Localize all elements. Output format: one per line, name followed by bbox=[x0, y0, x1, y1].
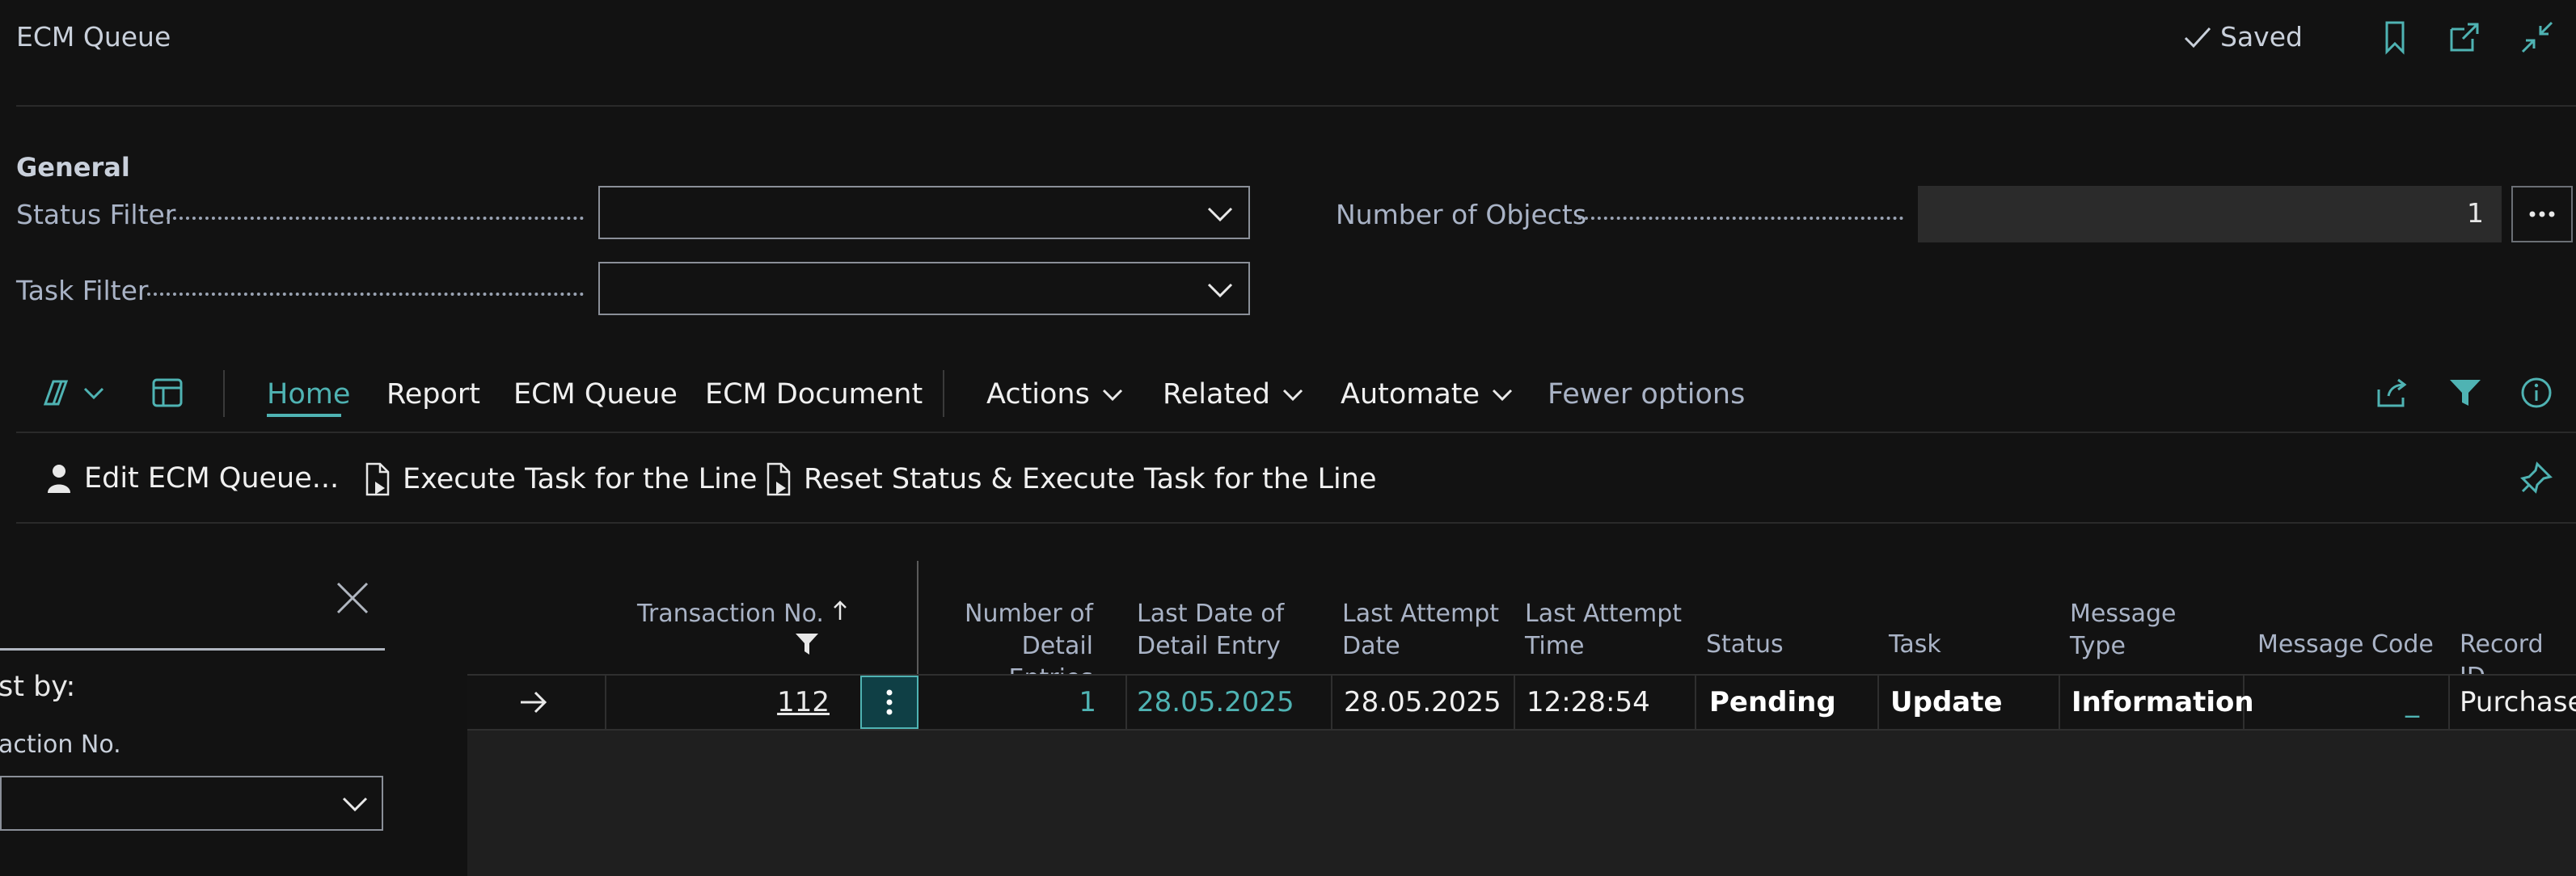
menu-automate[interactable]: Automate bbox=[1341, 378, 1514, 411]
filter-pane-search-underline bbox=[0, 648, 385, 651]
saved-label: Saved bbox=[2220, 21, 2303, 53]
number-of-objects-label: Number of Objects bbox=[1336, 199, 1587, 230]
open-new-window-icon[interactable] bbox=[2447, 19, 2482, 55]
column-header-message-code[interactable]: Message Code bbox=[2257, 629, 2434, 661]
toolbar-divider bbox=[943, 370, 944, 417]
status-filter-label: Status Filter bbox=[16, 199, 176, 230]
document-run-icon bbox=[765, 462, 792, 496]
tab-home[interactable]: Home bbox=[267, 378, 350, 411]
share-icon[interactable] bbox=[2375, 377, 2409, 409]
filter-pane-select[interactable] bbox=[0, 776, 383, 831]
column-header-status[interactable]: Status bbox=[1706, 629, 1784, 661]
check-icon bbox=[2183, 25, 2212, 49]
tab-ecm-document[interactable]: ECM Document bbox=[705, 378, 923, 411]
cell-divider bbox=[2059, 674, 2060, 731]
fewer-options-button[interactable]: Fewer options bbox=[1548, 378, 1745, 411]
chevron-down-icon bbox=[82, 385, 105, 401]
section-title-general: General bbox=[16, 152, 130, 183]
cell-divider bbox=[1695, 674, 1696, 731]
cell-divider bbox=[1331, 674, 1332, 731]
close-icon[interactable] bbox=[333, 579, 372, 617]
cell-last-attempt-time: 12:28:54 bbox=[1527, 686, 1650, 718]
tab-ecm-queue[interactable]: ECM Queue bbox=[513, 378, 678, 411]
cell-record-id: Purchase bbox=[2460, 686, 2576, 718]
chevron-down-icon bbox=[1206, 278, 1234, 302]
cell-last-attempt-date: 28.05.2025 bbox=[1344, 686, 1501, 718]
filter-pane-field-label: action No. bbox=[0, 731, 121, 759]
status-filter-select[interactable] bbox=[598, 186, 1250, 239]
chevron-down-icon bbox=[1282, 386, 1304, 402]
column-header-task[interactable]: Task bbox=[1889, 629, 1941, 661]
document-run-icon bbox=[364, 462, 391, 496]
chevron-down-icon bbox=[1491, 386, 1514, 402]
more-options-button[interactable] bbox=[2511, 186, 2573, 242]
copilot-icon bbox=[40, 377, 74, 409]
filter-icon[interactable] bbox=[2448, 377, 2482, 409]
column-header-last-date-of-detail-entry[interactable]: Last Date of Detail Entry bbox=[1137, 598, 1284, 663]
column-header-last-attempt-time[interactable]: Last Attempt Time bbox=[1525, 598, 1682, 663]
leader-dots bbox=[1578, 217, 1903, 220]
actions-divider-line bbox=[16, 522, 2576, 524]
info-icon[interactable] bbox=[2519, 377, 2553, 409]
chevron-down-icon bbox=[1101, 386, 1124, 402]
frozen-column-divider bbox=[917, 561, 918, 674]
sort-ascending-icon bbox=[832, 599, 848, 621]
reset-status-execute-button[interactable]: Reset Status & Execute Task for the Line bbox=[765, 462, 1376, 496]
row-actions-button[interactable] bbox=[860, 676, 918, 729]
toolbar-divider bbox=[223, 370, 225, 417]
column-header-last-attempt-date[interactable]: Last Attempt Date bbox=[1342, 598, 1499, 663]
column-header-message-type[interactable]: Message Type bbox=[2070, 598, 2176, 663]
task-filter-label: Task Filter bbox=[16, 275, 149, 306]
number-of-objects-field: 1 bbox=[1918, 186, 2502, 242]
filter-pane-sort-label: st by: bbox=[0, 671, 76, 703]
cell-divider bbox=[2448, 674, 2450, 731]
collapse-icon[interactable] bbox=[2519, 19, 2555, 55]
chevron-down-icon bbox=[1206, 202, 1234, 226]
execute-task-button[interactable]: Execute Task for the Line bbox=[364, 462, 758, 496]
cell-divider bbox=[1877, 674, 1879, 731]
cell-divider bbox=[1125, 674, 1127, 731]
cell-last-date-of-detail-entry[interactable]: 28.05.2025 bbox=[1137, 674, 1294, 731]
column-header-transaction-no[interactable]: Transaction No. bbox=[637, 598, 848, 630]
leader-dots bbox=[147, 293, 584, 296]
header-divider bbox=[16, 105, 2576, 107]
page-title: ECM Queue bbox=[16, 21, 171, 53]
cell-divider bbox=[1514, 674, 1515, 731]
task-filter-select[interactable] bbox=[598, 262, 1250, 315]
layout-icon[interactable] bbox=[150, 377, 184, 409]
edit-user-icon bbox=[45, 462, 73, 495]
menu-related[interactable]: Related bbox=[1163, 378, 1304, 411]
cell-status: Pending bbox=[1709, 686, 1836, 718]
cell-number-of-detail-entries[interactable]: 1 bbox=[930, 674, 1096, 731]
menu-actions[interactable]: Actions bbox=[986, 378, 1124, 411]
active-tab-indicator bbox=[267, 414, 341, 417]
cell-message-code[interactable]: _ bbox=[2256, 674, 2419, 731]
cell-transaction-no[interactable]: 112 bbox=[614, 674, 830, 731]
leader-dots bbox=[167, 217, 584, 220]
edit-ecm-queue-button[interactable]: Edit ECM Queue... bbox=[45, 462, 339, 495]
column-filter-icon bbox=[794, 632, 820, 656]
cell-divider bbox=[605, 674, 606, 731]
cell-message-type: Information bbox=[2071, 686, 2254, 718]
pin-icon[interactable] bbox=[2519, 461, 2553, 495]
row-selector-arrow-icon[interactable] bbox=[517, 689, 550, 716]
chevron-down-icon bbox=[341, 792, 369, 816]
copilot-menu-button[interactable] bbox=[40, 377, 105, 409]
saved-status: Saved bbox=[2183, 21, 2303, 53]
toolbar-divider-line bbox=[16, 432, 2576, 433]
cell-task: Update bbox=[1890, 686, 2003, 718]
tab-report[interactable]: Report bbox=[386, 378, 480, 411]
bookmark-icon[interactable] bbox=[2377, 19, 2413, 55]
